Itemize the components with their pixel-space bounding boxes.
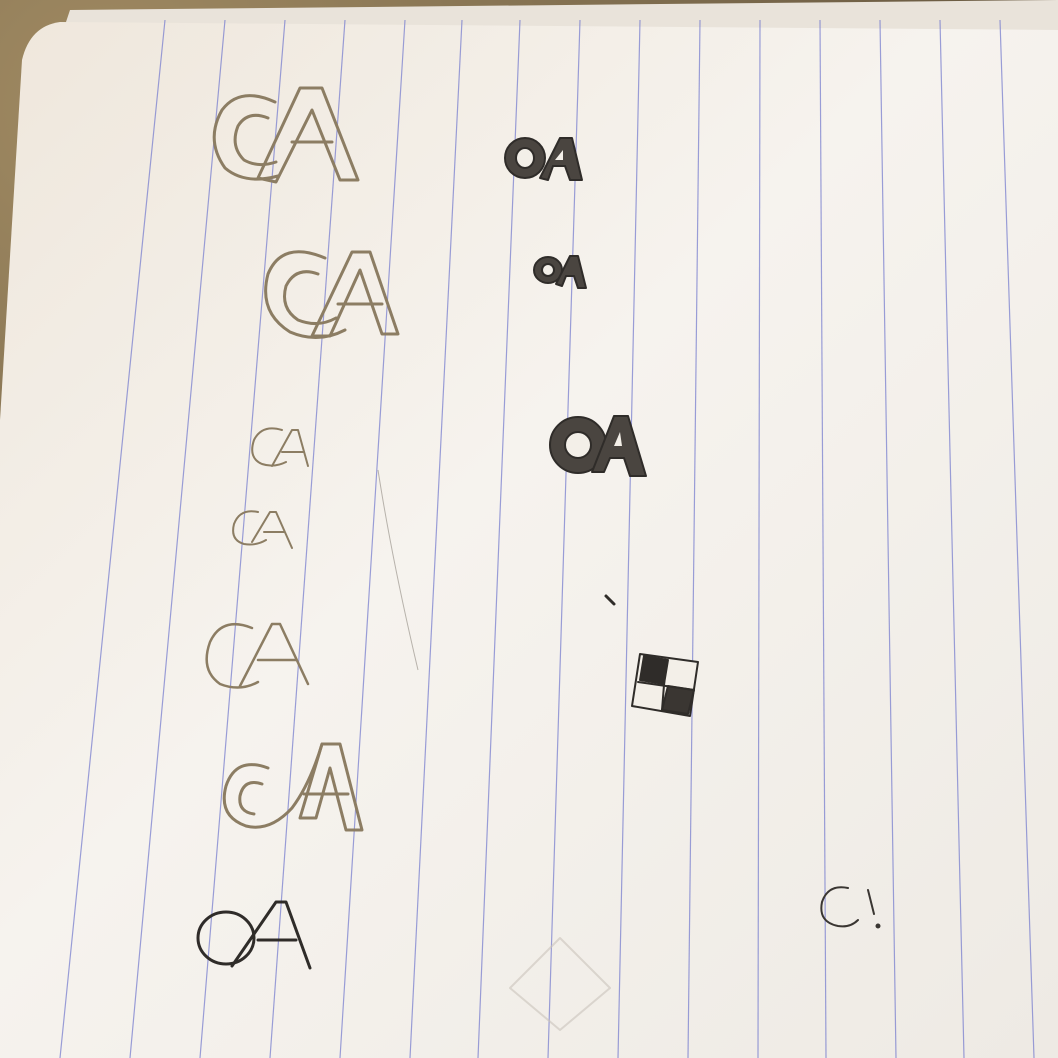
sketch-ca-thin-1 bbox=[251, 427, 309, 467]
sketch-oa-filled-1 bbox=[504, 137, 583, 181]
stray-mark bbox=[604, 594, 616, 606]
sketch-ca-outlined-1 bbox=[212, 86, 360, 184]
sketch-ca-outlined-3 bbox=[222, 742, 364, 832]
sketch-oa-dark bbox=[196, 900, 312, 970]
photo-scene bbox=[0, 0, 1058, 1058]
sketch-ca-thin-2 bbox=[232, 510, 293, 549]
sketch-oa-filled-3 bbox=[549, 415, 647, 477]
sketch-ca-thin-3 bbox=[205, 622, 310, 689]
erased-diamond bbox=[509, 937, 611, 1031]
sketch-c-exclaim bbox=[820, 886, 881, 929]
logo-sketches bbox=[196, 86, 881, 1031]
sketch-checker-square bbox=[631, 653, 699, 717]
sketch-ca-outlined-2 bbox=[264, 250, 400, 339]
sketch-oa-filled-2 bbox=[533, 255, 587, 289]
